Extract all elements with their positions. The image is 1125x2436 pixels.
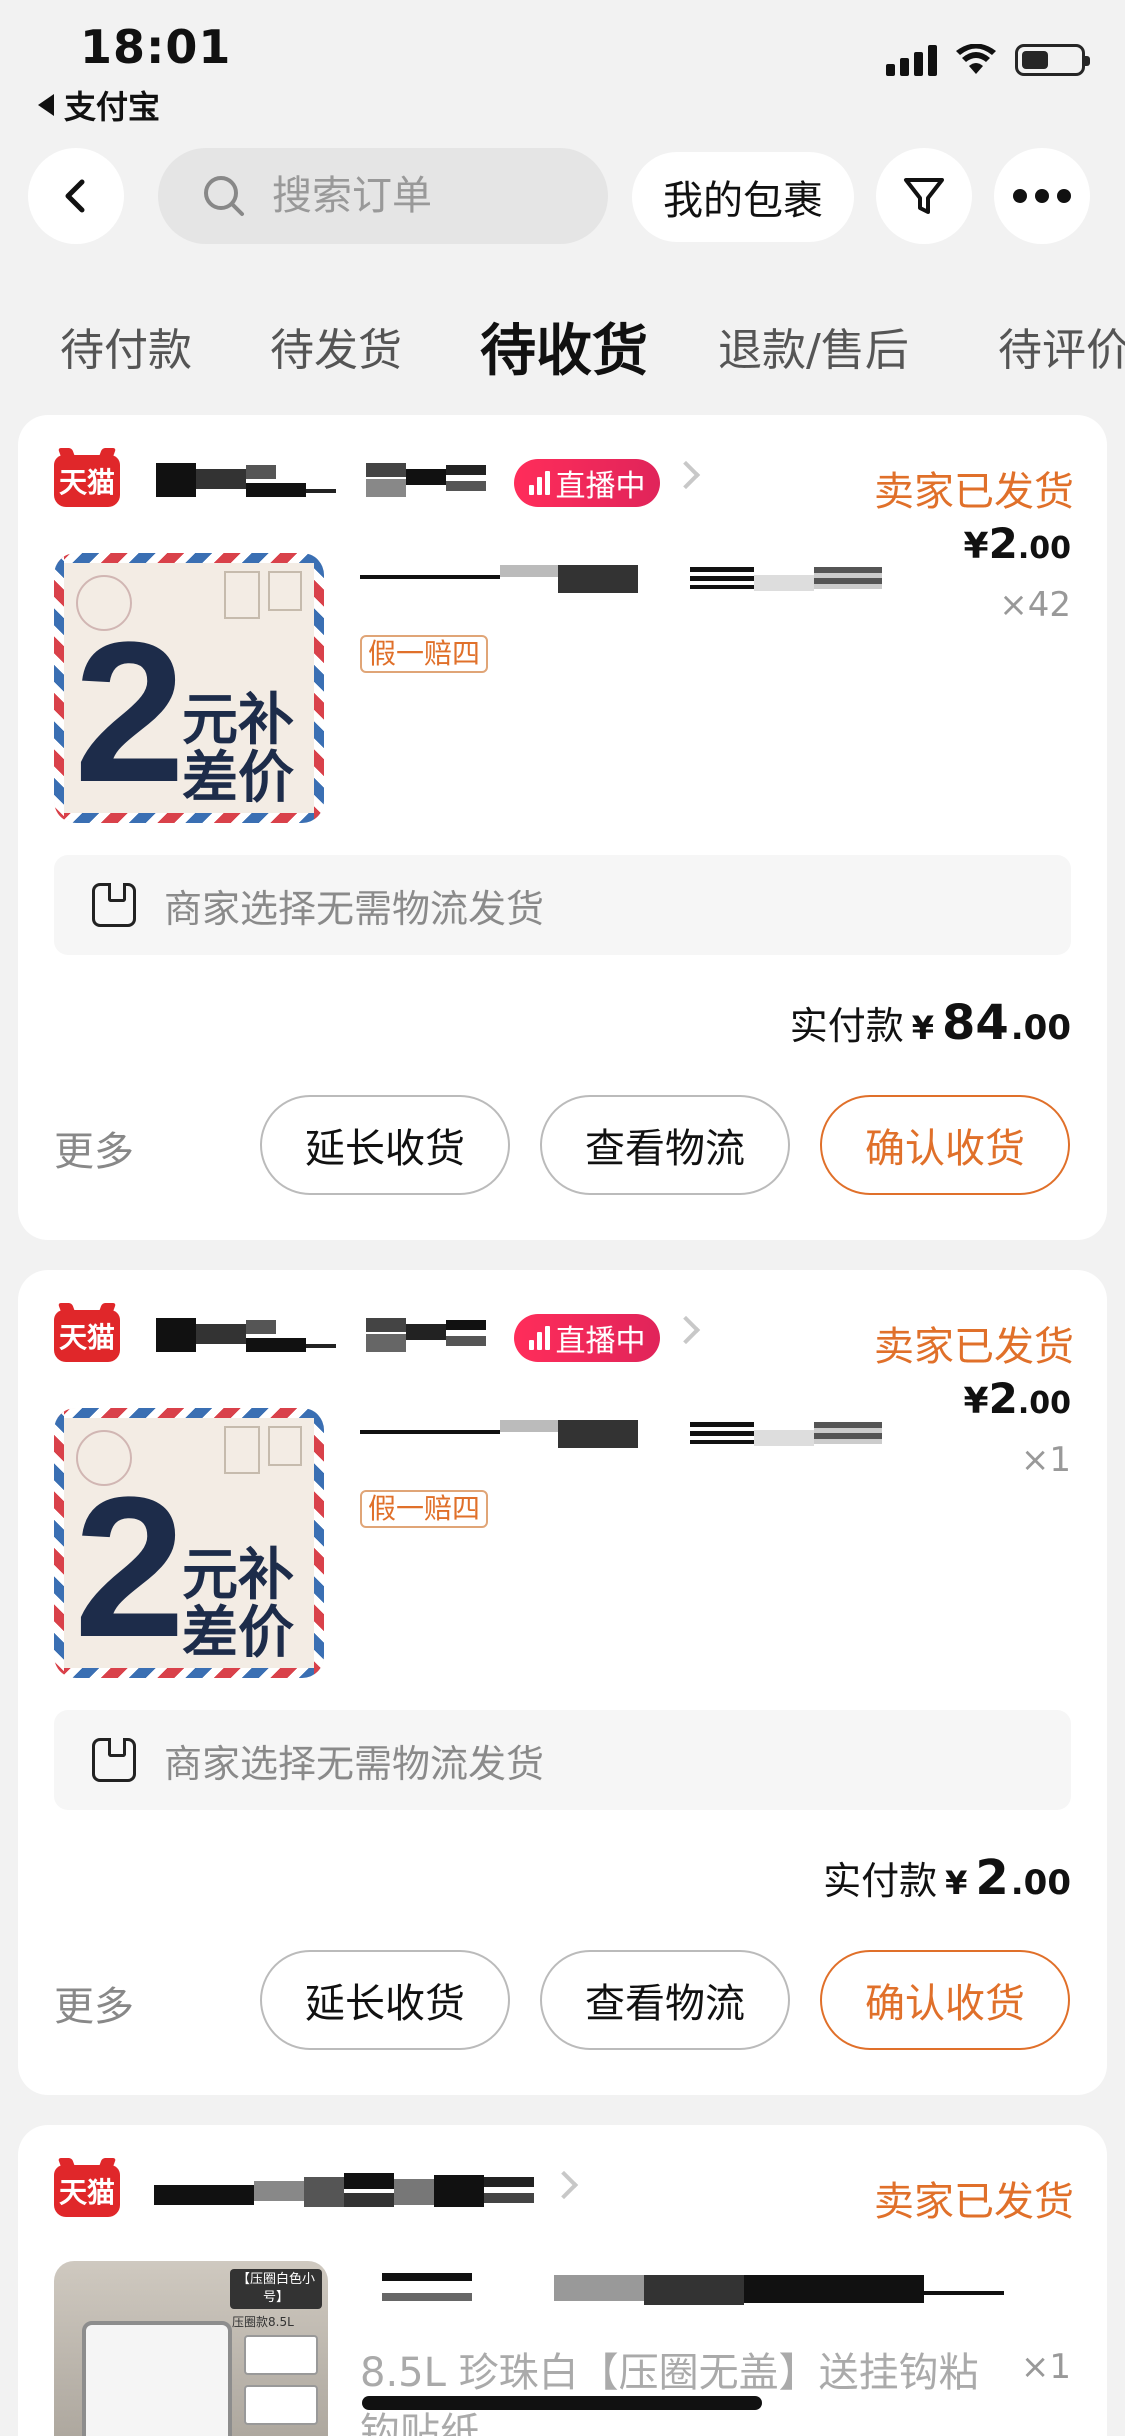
product-image[interactable]: 【压圈白色小号】 压圈款8.5L <box>54 2261 328 2436</box>
search-icon <box>204 176 244 216</box>
image-text-line2: 差价 <box>182 1601 294 1666</box>
chevron-left-icon <box>65 179 85 213</box>
image-big-number: 2 <box>74 601 186 823</box>
logistics-text: 商家选择无需物流发货 <box>164 886 545 931</box>
system-icons <box>886 44 1090 76</box>
paid-label: 实付款 <box>789 1004 904 1048</box>
image-text-line2: 差价 <box>182 746 294 811</box>
more-options-button[interactable] <box>994 148 1090 244</box>
wifi-icon <box>956 44 996 74</box>
view-logistics-button[interactable]: 查看物流 <box>540 1950 790 2050</box>
logistics-info[interactable]: 商家选择无需物流发货 <box>54 855 1071 955</box>
search-input[interactable] <box>272 173 522 219</box>
quantity: ×1 <box>1020 1440 1071 1480</box>
product-title[interactable]: 8.5L 珍珠白【压圈无盖】送挂钩粘钩贴纸 <box>360 2343 1000 2436</box>
search-bar[interactable] <box>158 148 608 244</box>
trash-bin-illustration <box>82 2321 232 2436</box>
order-status: 卖家已发货 <box>874 469 1074 515</box>
guarantee-tag: 假一赔四 <box>360 635 489 673</box>
tab-pending-payment[interactable]: 待付款 <box>60 314 192 378</box>
package-box-icon <box>92 1738 136 1782</box>
order-card[interactable]: 天猫 卖家已发货 【压圈白色小号】 压圈款8.5L 8.5L 珍珠白【压圈无盖】… <box>18 2125 1107 2436</box>
image-text-line1: 元补 <box>182 1543 294 1608</box>
live-streaming-badge[interactable]: 直播中 <box>514 459 660 507</box>
more-dots-icon <box>1013 189 1071 203</box>
quantity: ×1 <box>1020 2347 1071 2387</box>
unit-price: ¥2.00 <box>963 1374 1071 1423</box>
back-triangle-icon <box>38 94 54 116</box>
shop-row[interactable]: 天猫 直播中 卖家已发货 <box>54 455 1074 515</box>
more-link[interactable]: 更多 <box>54 1974 134 2032</box>
order-card[interactable]: 天猫 直播中 卖家已发货 <box>18 415 1107 1240</box>
extend-receipt-button[interactable]: 延长收货 <box>260 1095 510 1195</box>
logistics-info[interactable]: 商家选择无需物流发货 <box>54 1710 1071 1810</box>
my-packages-button[interactable]: 我的包裹 <box>632 152 854 242</box>
image-sublabel: 压圈款8.5L <box>232 2315 294 2329</box>
shop-name-redacted <box>154 2171 574 2211</box>
tab-refund-after-sales[interactable]: 退款/售后 <box>718 314 909 378</box>
live-streaming-badge[interactable]: 直播中 <box>514 1314 660 1362</box>
order-status: 卖家已发货 <box>874 2179 1074 2225</box>
more-link[interactable]: 更多 <box>54 1119 134 1177</box>
shop-name-redacted <box>156 1316 496 1356</box>
order-list-page: 18:01 支付宝 搜索订单 我的包裹 待付款 待发货 待收货 退款/售后 待评… <box>0 0 1125 2436</box>
extend-receipt-button[interactable]: 延长收货 <box>260 1950 510 2050</box>
tmall-badge: 天猫 <box>54 2165 120 2217</box>
image-text-line1: 元补 <box>182 688 294 753</box>
package-box-icon <box>92 883 136 927</box>
live-bars-icon <box>528 471 550 495</box>
tab-pending-shipment[interactable]: 待发货 <box>270 314 402 378</box>
tab-pending-receipt[interactable]: 待收货 <box>480 306 648 387</box>
live-label: 直播中 <box>555 1324 646 1359</box>
order-card[interactable]: 天猫 直播中 卖家已发货 <box>18 1270 1107 2095</box>
paid-label: 实付款 <box>823 1859 938 1903</box>
shop-name-redacted <box>156 461 496 501</box>
shop-row[interactable]: 天猫 直播中 卖家已发货 <box>54 1310 1074 1370</box>
battery-icon <box>1015 44 1090 76</box>
status-bar: 18:01 支付宝 <box>0 0 1125 140</box>
scroll-indicator[interactable] <box>362 2396 762 2410</box>
guarantee-tag: 假一赔四 <box>360 1490 489 1528</box>
back-button[interactable] <box>28 148 124 244</box>
tmall-badge: 天猫 <box>54 1310 120 1362</box>
back-to-app-link[interactable]: 支付宝 <box>38 82 160 128</box>
amount-paid: 实付款 ¥2.00 <box>823 1850 1071 1906</box>
amount-paid: 实付款 ¥84.00 <box>789 995 1071 1051</box>
tab-pending-review[interactable]: 待评价 <box>998 314 1125 378</box>
order-status: 卖家已发货 <box>874 1324 1074 1370</box>
logistics-text: 商家选择无需物流发货 <box>164 1741 545 1786</box>
live-label: 直播中 <box>555 469 646 504</box>
clock: 18:01 <box>80 20 232 74</box>
image-big-number: 2 <box>74 1456 186 1678</box>
image-label: 【压圈白色小号】 <box>230 2269 322 2309</box>
view-logistics-button[interactable]: 查看物流 <box>540 1095 790 1195</box>
filter-icon <box>904 178 944 214</box>
product-image[interactable]: 2 元补 差价 <box>54 1408 324 1678</box>
back-app-label: 支付宝 <box>64 88 161 126</box>
chevron-right-icon <box>671 460 701 490</box>
quantity: ×42 <box>999 585 1071 625</box>
cellular-signal-icon <box>886 44 937 76</box>
filter-button[interactable] <box>876 148 972 244</box>
unit-price: ¥2.00 <box>963 519 1071 568</box>
confirm-receipt-button[interactable]: 确认收货 <box>820 1950 1070 2050</box>
tmall-badge: 天猫 <box>54 455 120 507</box>
order-status-tabs: 待付款 待发货 待收货 退款/售后 待评价 <box>0 300 1125 384</box>
product-image[interactable]: 2 元补 差价 <box>54 553 324 823</box>
shop-row[interactable]: 天猫 卖家已发货 <box>54 2165 1074 2225</box>
chevron-right-icon <box>671 1315 701 1345</box>
confirm-receipt-button[interactable]: 确认收货 <box>820 1095 1070 1195</box>
header: 我的包裹 <box>0 145 1125 255</box>
live-bars-icon <box>528 1326 550 1350</box>
